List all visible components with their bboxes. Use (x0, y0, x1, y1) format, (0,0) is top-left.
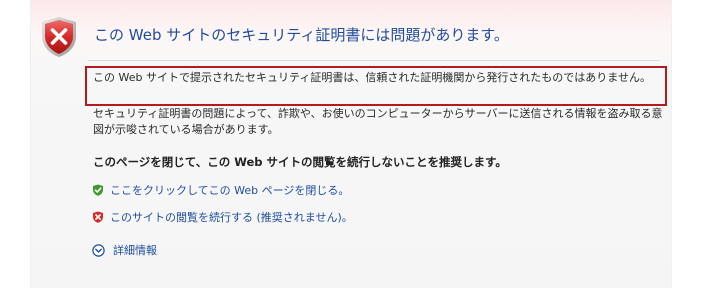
certificate-error-page: この Web サイトのセキュリティ証明書には問題があります。 この Web サイ… (0, 0, 701, 288)
close-page-link-label[interactable]: ここをクリックしてこの Web ページを閉じる。 (110, 182, 349, 198)
close-page-link[interactable]: ここをクリックしてこの Web ページを閉じる。 (92, 181, 349, 199)
recommendation-text: このページを閉じて、この Web サイトの閲覧を続行しないことを推奨します。 (93, 155, 507, 169)
title-divider (88, 60, 660, 61)
risk-explanation: セキュリティ証明書の問題によって、詐欺や、お使いのコンピューターからサーバーに送… (93, 107, 663, 136)
red-x-shield-icon (93, 211, 103, 223)
green-check-shield-icon (93, 184, 103, 196)
untrusted-issuer-message: この Web サイトで提示されたセキュリティ証明書は、信頼された証明機関から発行… (93, 71, 651, 84)
security-shield-error-icon (42, 17, 76, 57)
continue-to-site-link[interactable]: このサイトの閲覧を続行する (推奨されません)。 (92, 208, 353, 226)
more-information-toggle[interactable]: 詳細情報 (92, 241, 157, 259)
page-title: この Web サイトのセキュリティ証明書には問題があります。 (94, 26, 509, 44)
more-information-label[interactable]: 詳細情報 (113, 242, 157, 258)
continue-to-site-link-label[interactable]: このサイトの閲覧を続行する (推奨されません)。 (110, 209, 353, 225)
expand-circle-icon (92, 243, 105, 257)
